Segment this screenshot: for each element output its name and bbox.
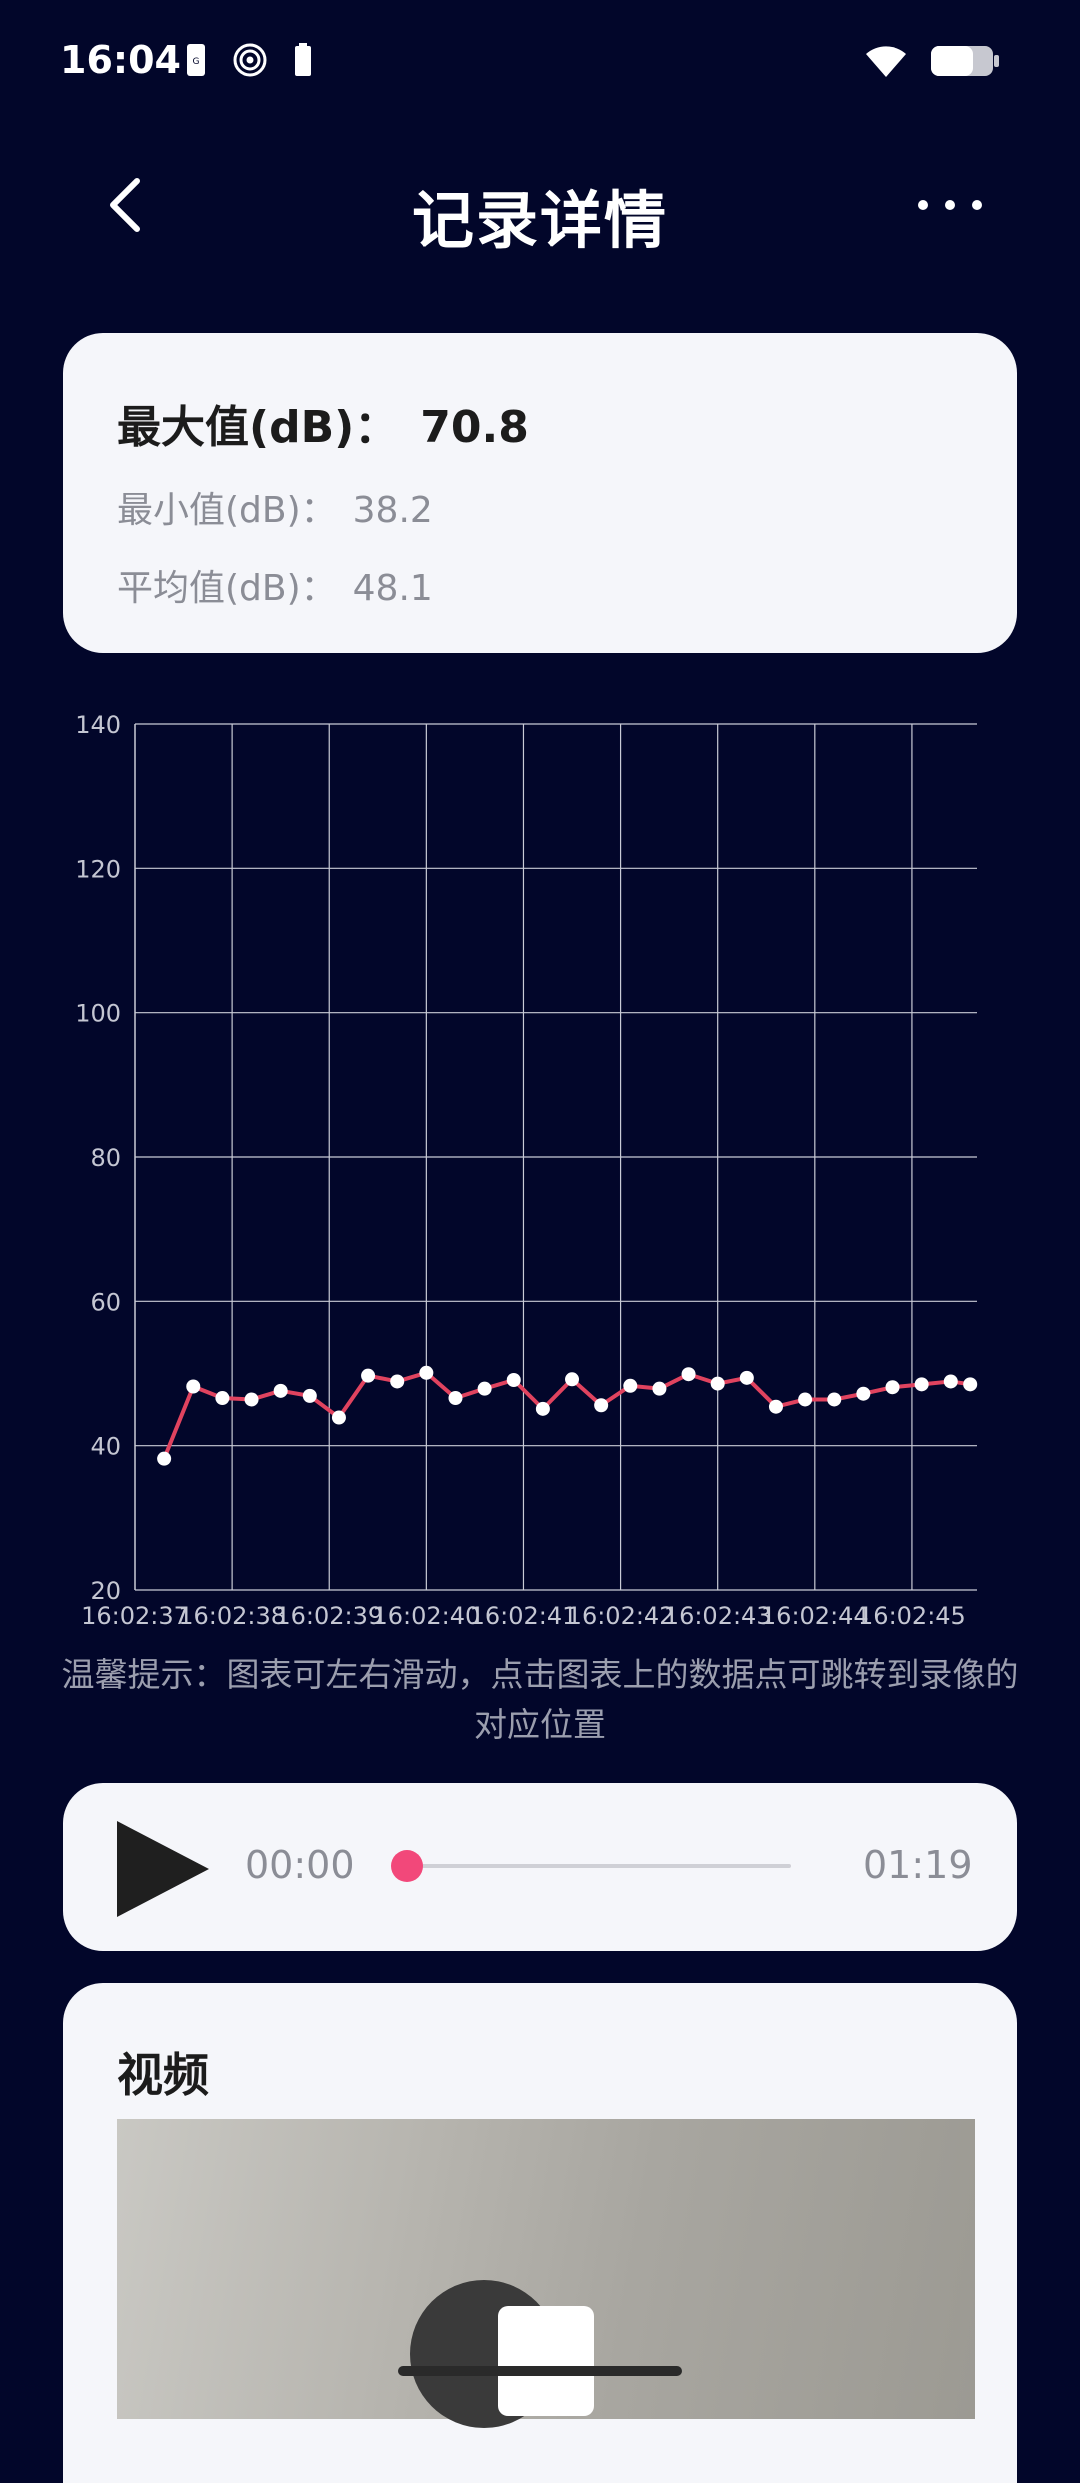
data-point[interactable] [390,1374,405,1389]
seek-thumb[interactable] [391,1850,423,1882]
more-horizontal-icon [918,200,982,210]
total-time: 01:19 [863,1843,973,1887]
play-icon[interactable] [113,1819,213,1919]
data-point[interactable] [448,1391,463,1406]
data-point[interactable] [943,1374,958,1389]
avg-value: 48.1 [352,568,433,609]
data-point[interactable] [535,1401,550,1416]
x-tick-label: 16:02:38 [178,1602,286,1630]
data-point[interactable] [856,1386,871,1401]
hotspot-icon [232,42,268,82]
stats-card: 最大值(dB)： 70.8 最小值(dB)： 38.2 平均值(dB)： 48.… [63,333,1017,653]
data-point[interactable] [565,1372,580,1387]
data-point[interactable] [506,1372,521,1387]
max-row: 最大值(dB)： 70.8 [117,391,529,455]
chart-svg[interactable]: 20 40 60 80 100 120 140 16:02:3716:02:3816:02:3… [0,700,1080,1640]
max-label: 最大值(dB)： [117,402,399,453]
data-point[interactable] [244,1392,259,1407]
more-button[interactable] [910,180,990,230]
data-point[interactable] [157,1451,172,1466]
data-point[interactable] [594,1398,609,1413]
audio-player: 00:00 01:19 [63,1783,1017,1951]
x-tick-label: 16:02:43 [664,1602,772,1630]
data-point[interactable] [186,1379,201,1394]
data-point[interactable] [302,1388,317,1403]
battery-icon [930,44,1000,82]
y-tick-label: 140 [75,711,121,739]
data-point[interactable] [215,1391,230,1406]
x-tick-label: 16:02:41 [470,1602,578,1630]
decibel-chart[interactable]: 20 40 60 80 100 120 140 16:02:37 16:02:38 16:02:3… [0,700,1080,1640]
y-tick-label: 100 [75,1000,121,1028]
data-point[interactable] [963,1377,978,1392]
data-point[interactable] [827,1392,842,1407]
min-value: 38.2 [352,490,433,531]
status-time: 16:04 [60,38,181,82]
data-point[interactable] [623,1378,638,1393]
avg-row: 平均值(dB)： 48.1 [117,559,433,611]
app-bar: 记录详情 [0,150,1080,260]
data-point[interactable] [477,1381,492,1396]
y-tick-label: 40 [90,1433,121,1461]
data-point[interactable] [885,1380,900,1395]
data-point[interactable] [361,1368,376,1383]
avg-label: 平均值(dB)： [117,568,337,609]
max-value: 70.8 [420,402,529,453]
y-tick-label: 20 [90,1577,121,1605]
svg-text:G: G [193,57,200,67]
data-point[interactable] [273,1383,288,1398]
data-point[interactable] [681,1367,696,1382]
min-row: 最小值(dB)： 38.2 [117,481,433,533]
current-time: 00:00 [245,1843,355,1887]
home-indicator [398,2366,682,2376]
wifi-icon [864,44,908,82]
tip-text: 温馨提示：图表可左右滑动，点击图表上的数据点可跳转到录像的对应位置 [61,1655,1019,1744]
sim-card-icon: G [186,43,206,81]
x-tick-label: 16:02:39 [275,1602,383,1630]
min-label: 最小值(dB)： [117,490,337,531]
x-tick-label: 16:02:42 [567,1602,675,1630]
data-point[interactable] [710,1376,725,1391]
status-icons-right [864,44,1000,82]
data-point[interactable] [739,1370,754,1385]
status-icons-left: G [186,42,312,82]
data-point[interactable] [331,1410,346,1425]
data-point[interactable] [768,1399,783,1414]
x-tick-label: 16:02:45 [858,1602,966,1630]
data-point[interactable] [798,1392,813,1407]
data-point[interactable] [652,1381,667,1396]
seek-track[interactable] [405,1864,791,1868]
video-title: 视频 [117,2048,209,2102]
x-tick-label: 16:02:44 [761,1602,869,1630]
x-tick-label: 16:02:37 [81,1602,189,1630]
data-point[interactable] [914,1377,929,1392]
y-tick-label: 80 [90,1144,121,1172]
y-tick-label: 60 [90,1288,121,1316]
x-tick-label: 16:02:40 [372,1602,480,1630]
data-point[interactable] [419,1365,434,1380]
status-bar: 16:04 G [0,0,1080,128]
y-tick-label: 120 [75,855,121,883]
battery-saver-icon [294,43,312,81]
